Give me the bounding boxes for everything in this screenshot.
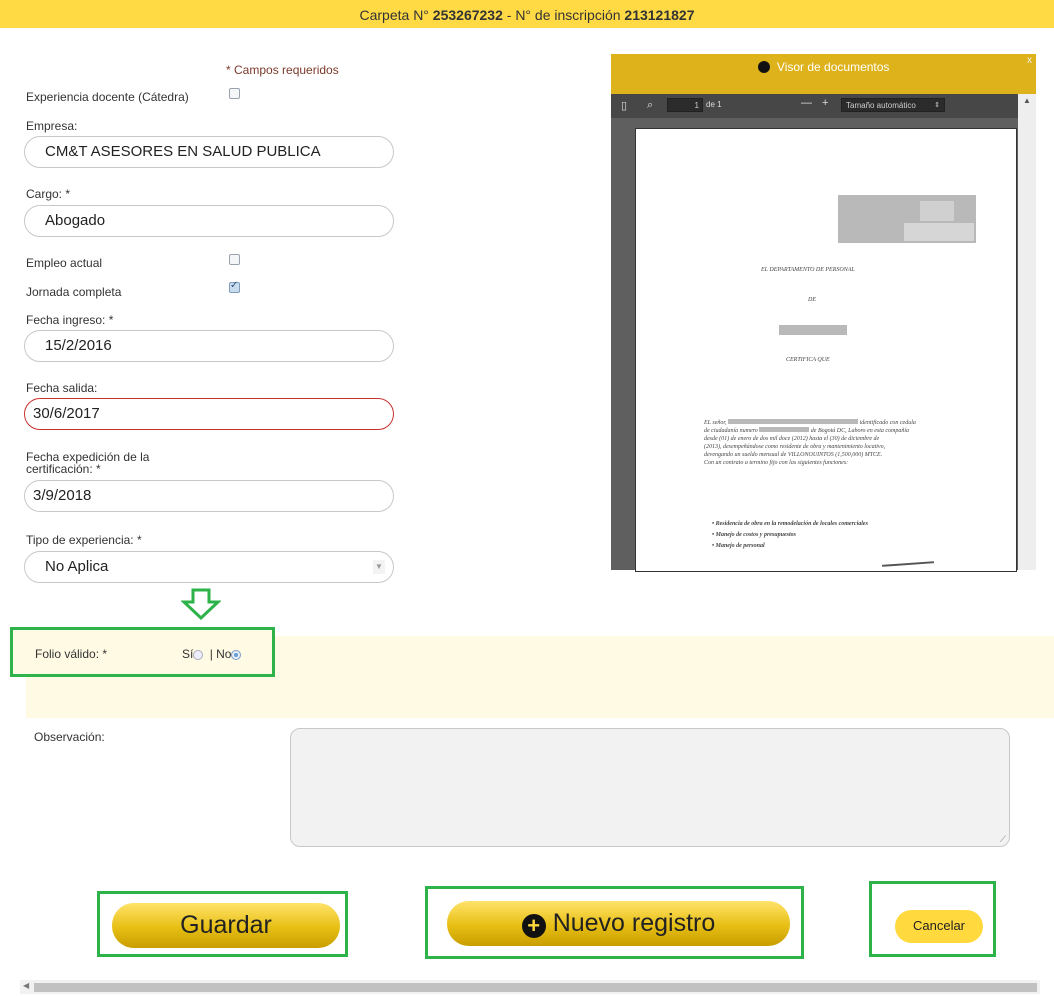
carpeta-number: 253267232 (432, 7, 503, 23)
empleo-actual-checkbox[interactable] (229, 254, 240, 265)
inscripcion-number: 213121827 (624, 7, 695, 23)
doc-line: EL señor, (704, 420, 727, 426)
fecha-expedicion-input[interactable]: 3/9/2018 (24, 480, 394, 512)
zoom-chevron-icon: ⇕ (934, 102, 940, 109)
doc-bullets: • Residencia de obra en la remodelación … (712, 521, 868, 549)
zoom-in-icon[interactable]: + (822, 97, 828, 109)
inscripcion-label: - N° de inscripción (506, 7, 621, 23)
viewer-title: Visor de documentos (776, 60, 890, 74)
folio-si-radio[interactable] (193, 649, 204, 660)
experiencia-docente-label: Experiencia docente (Cátedra) (26, 90, 189, 104)
pdf-toolbar: ▯ ⌕ 1 de 1 — + Tamaño automático ⇕ (611, 94, 1018, 118)
doc-bullet: Manejo de costos y presupuestos (715, 532, 796, 538)
doc-line: de Bogotá DC, Laboro en esta compañía (810, 428, 910, 434)
required-note: * Campos requeridos (226, 63, 339, 77)
redacted-company (779, 325, 847, 335)
redacted-id (759, 427, 810, 432)
folio-label: Folio válido: * (35, 647, 108, 661)
empresa-label: Empresa: (26, 119, 78, 133)
tipo-experiencia-value: No Aplica (45, 558, 109, 575)
cancelar-button[interactable]: Cancelar (895, 910, 983, 943)
search-icon[interactable]: ⌕ (647, 99, 653, 112)
folio-no-radio[interactable] (231, 649, 242, 660)
scroll-up-icon[interactable]: ▲ (1023, 96, 1031, 105)
page-count: de 1 (706, 100, 722, 109)
resize-handle-icon[interactable]: ⟋ (1000, 834, 1006, 845)
folio-no-label: | No (209, 647, 232, 661)
doc-line: devengando un sueldo mensual de VILLONOU… (704, 452, 883, 458)
redacted-box (904, 223, 974, 241)
viewer-scrollbar[interactable]: ▲ (1018, 94, 1036, 570)
scroll-left-icon[interactable]: ◀ (23, 981, 29, 990)
jornada-completa-label: Jornada completa (26, 285, 122, 299)
doc-line: identificado con cedula (859, 420, 916, 426)
doc-bullet: Manejo de personal (715, 543, 765, 549)
redacted-box (920, 201, 954, 221)
fecha-salida-label: Fecha salida: (26, 381, 98, 395)
doc-line: desde (01) de enero de dos mil doce (201… (704, 436, 880, 442)
nuevo-registro-label: Nuevo registro (552, 909, 716, 937)
document-viewer: Visor de documentos x ▯ ⌕ 1 de 1 — + Tam… (611, 54, 1036, 572)
empresa-input[interactable]: CM&T ASESORES EN SALUD PUBLICA (24, 136, 394, 168)
cargo-label: Cargo: * (26, 187, 71, 201)
chevron-down-icon: ▼ (373, 560, 385, 574)
page-number-input[interactable]: 1 (667, 98, 703, 112)
zoom-value: Tamaño automático (846, 101, 916, 110)
viewer-header: Visor de documentos x (611, 54, 1036, 94)
observacion-textarea[interactable]: ⟋ (290, 728, 1010, 847)
doc-certifica: CERTIFICA QUE (786, 357, 830, 363)
fecha-expedicion-label: Fecha expedición de la certificación: * (26, 451, 149, 475)
carpeta-label: Carpeta N° (359, 7, 429, 23)
fecha-ingreso-input[interactable]: 15/2/2016 (24, 330, 394, 362)
nuevo-registro-button[interactable]: + Nuevo registro (447, 901, 790, 946)
viewer-logo-icon (757, 61, 770, 73)
viewer-close-icon[interactable]: x (1027, 48, 1032, 74)
folio-si-option[interactable]: Sí | No (182, 647, 242, 661)
experiencia-docente-checkbox[interactable] (229, 88, 240, 99)
fecha-expedicion-label-line2: certificación: * (26, 462, 101, 476)
doc-paragraph: EL señor, identificado con cedula de ciu… (704, 419, 944, 467)
folio-highlight-box: Folio válido: * Sí | No (10, 627, 275, 677)
sidebar-toggle-icon[interactable]: ▯ (621, 99, 627, 112)
pdf-page: EL DEPARTAMENTO DE PERSONAL DE CERTIFICA… (635, 128, 1017, 572)
doc-line: Con un contrato a termino fijo con las s… (704, 460, 849, 466)
header-bar: Carpeta N° 253267232 - N° de inscripción… (0, 0, 1054, 28)
zoom-out-icon[interactable]: — (801, 97, 812, 109)
doc-line: (2013), desempeñándose como residente de… (704, 444, 886, 450)
doc-heading: EL DEPARTAMENTO DE PERSONAL (761, 267, 855, 273)
arrow-down-icon (181, 588, 221, 620)
horizontal-scroll-thumb[interactable] (34, 983, 1037, 992)
jornada-completa-checkbox[interactable] (229, 280, 240, 293)
guardar-button[interactable]: Guardar (112, 903, 340, 948)
fecha-salida-input[interactable]: 30/6/2017 (24, 398, 394, 430)
redacted-logo (838, 195, 976, 243)
plus-circle-icon: + (521, 914, 546, 938)
observacion-label: Observación: (34, 730, 105, 744)
empleo-actual-label: Empleo actual (26, 256, 103, 270)
fecha-ingreso-label: Fecha ingreso: * (26, 313, 114, 327)
folio-si-label: Sí (182, 647, 194, 661)
signature-line (881, 561, 935, 567)
tipo-experiencia-label: Tipo de experiencia: * (26, 533, 142, 547)
tipo-experiencia-select[interactable]: No Aplica ▼ (24, 551, 394, 583)
redacted-name (728, 419, 859, 424)
zoom-select[interactable]: Tamaño automático ⇕ (841, 98, 945, 112)
doc-bullet: Residencia de obra en la remodelación de… (715, 521, 868, 527)
doc-de: DE (808, 297, 816, 303)
cargo-input[interactable]: Abogado (24, 205, 394, 237)
doc-line: de ciudadanía numero (704, 428, 758, 434)
